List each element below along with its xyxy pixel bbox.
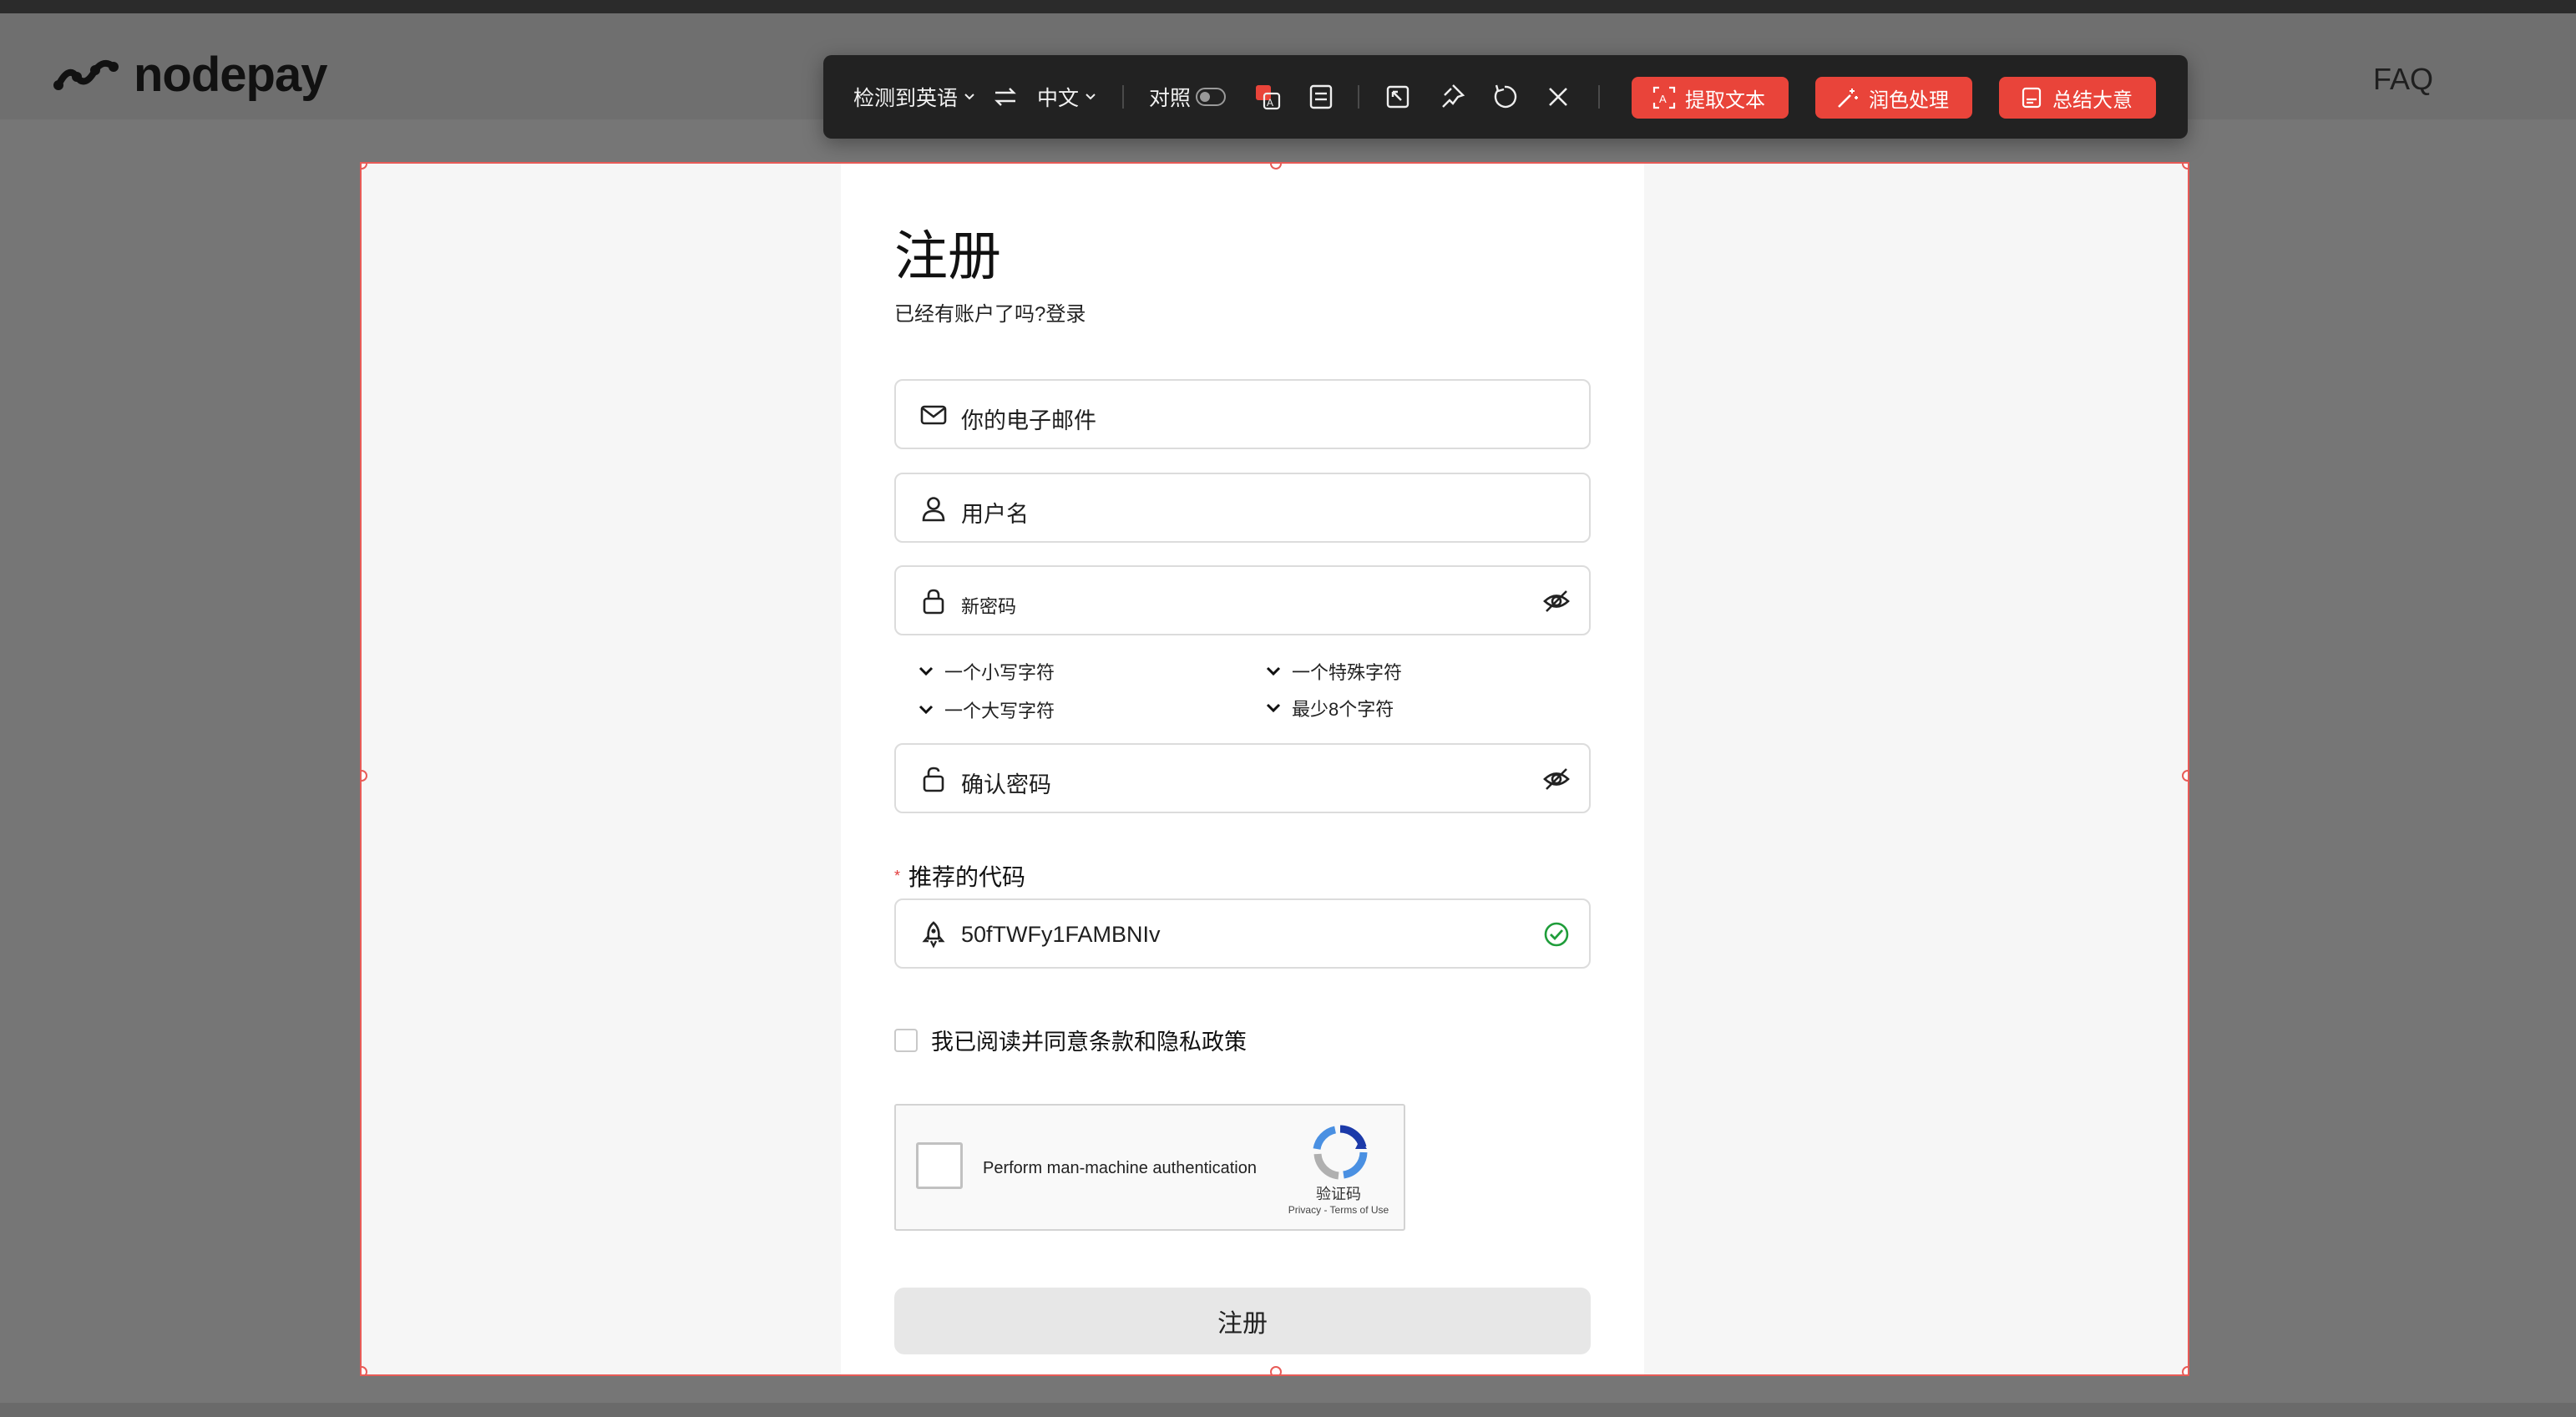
resize-handle-top-right[interactable] xyxy=(2182,164,2188,170)
resize-handle-bottom-right[interactable] xyxy=(2182,1366,2188,1374)
compare-switch[interactable] xyxy=(1196,88,1227,106)
site-logo[interactable]: nodepay xyxy=(52,47,327,103)
window-bottom-bar xyxy=(0,1403,2576,1417)
register-button[interactable]: 注册 xyxy=(894,1288,1591,1354)
resize-handle-bottom[interactable] xyxy=(1270,1366,1282,1374)
eye-off-icon[interactable] xyxy=(1542,765,1571,793)
screenshot-selection-area[interactable]: 注册 已经有账户了吗?登录 你的电子邮件 用户名 新密码 一个小写字符 一个特殊… xyxy=(360,162,2189,1376)
close-icon[interactable] xyxy=(1543,82,1573,112)
rule-min-length: 最少8个字符 xyxy=(1263,695,1394,721)
rule-uppercase-label: 一个大写字符 xyxy=(944,701,1055,721)
chevron-down-icon xyxy=(1266,703,1281,713)
check-circle-icon xyxy=(1544,922,1569,947)
referral-code-field[interactable]: 50fTWFy1FAMBNIv xyxy=(894,898,1591,969)
rule-lowercase-label: 一个小写字符 xyxy=(944,662,1055,683)
terms-agreement[interactable]: 我已阅读并同意条款和隐私政策 xyxy=(894,1024,1247,1056)
chevron-down-icon xyxy=(1086,94,1096,100)
undo-icon[interactable] xyxy=(1490,82,1520,112)
toolbar-divider xyxy=(1358,85,1359,109)
rocket-icon xyxy=(922,921,945,949)
email-field[interactable]: 你的电子邮件 xyxy=(894,379,1591,449)
extract-text-label: 提取文本 xyxy=(1685,89,1765,112)
recaptcha-logo-icon xyxy=(1313,1125,1368,1180)
nodepay-logo-icon xyxy=(53,59,119,90)
rule-special: 一个特殊字符 xyxy=(1263,658,1402,685)
login-prompt-link[interactable]: 已经有账户了吗?登录 xyxy=(894,297,1086,326)
rule-special-label: 一个特殊字符 xyxy=(1292,662,1403,683)
translate-icon[interactable]: A xyxy=(1253,82,1283,112)
resize-handle-top-left[interactable] xyxy=(362,164,367,170)
username-field[interactable]: 用户名 xyxy=(894,473,1591,543)
lock-icon xyxy=(923,589,944,615)
new-password-placeholder: 新密码 xyxy=(961,596,1017,617)
captcha-name: 验证码 xyxy=(1316,1186,1361,1202)
register-card: 注册 已经有账户了吗?登录 你的电子邮件 用户名 新密码 一个小写字符 一个特殊… xyxy=(841,164,1644,1374)
window-top-bar xyxy=(0,0,2576,13)
new-password-field[interactable]: 新密码 xyxy=(894,565,1591,635)
summarize-label: 总结大意 xyxy=(2052,89,2133,112)
unlock-icon xyxy=(923,767,944,792)
text-scan-icon: A xyxy=(1652,86,1676,109)
confirm-password-placeholder: 确认密码 xyxy=(961,772,1051,797)
required-mark: * xyxy=(894,867,901,884)
captcha-text: Perform man-machine authentication xyxy=(983,1159,1257,1177)
svg-text:A: A xyxy=(1659,93,1667,105)
username-placeholder: 用户名 xyxy=(961,502,1029,527)
magic-wand-icon xyxy=(1838,89,1858,108)
select-region-icon[interactable] xyxy=(1383,82,1413,112)
referral-code-value: 50fTWFy1FAMBNIv xyxy=(961,922,1161,947)
toolbar-divider xyxy=(1122,85,1124,109)
extract-text-button[interactable]: A 提取文本 xyxy=(1632,77,1789,119)
toolbar-divider xyxy=(1598,85,1600,109)
captcha-links[interactable]: Privacy - Terms of Use xyxy=(1263,1204,1414,1216)
resize-handle-left[interactable] xyxy=(362,770,367,782)
svg-text:A: A xyxy=(1267,97,1273,109)
polish-button[interactable]: 润色处理 xyxy=(1815,77,1972,119)
pin-icon[interactable] xyxy=(1436,82,1466,112)
logo-text: nodepay xyxy=(134,48,327,102)
source-language-label: 检测到英语 xyxy=(853,87,959,110)
target-language-label: 中文 xyxy=(1037,87,1080,110)
rule-uppercase: 一个大写字符 xyxy=(916,696,1055,723)
referral-label-text: 推荐的代码 xyxy=(908,864,1026,890)
save-icon[interactable] xyxy=(1306,82,1336,112)
target-language-select[interactable]: 中文 xyxy=(1037,82,1097,112)
captcha-widget: Perform man-machine authentication 验证码 P… xyxy=(894,1104,1405,1231)
eye-off-icon[interactable] xyxy=(1542,587,1571,615)
mail-icon xyxy=(920,405,947,425)
confirm-password-field[interactable]: 确认密码 xyxy=(894,743,1591,813)
user-icon xyxy=(922,497,945,522)
compare-label: 对照 xyxy=(1149,87,1192,110)
referral-label: * 推荐的代码 xyxy=(894,859,1025,893)
resize-handle-bottom-left[interactable] xyxy=(362,1366,367,1374)
captcha-checkbox[interactable] xyxy=(916,1142,963,1189)
rule-lowercase: 一个小写字符 xyxy=(916,658,1055,685)
compare-toggle[interactable]: 对照 xyxy=(1149,82,1227,112)
chevron-down-icon xyxy=(1266,666,1281,676)
polish-label: 润色处理 xyxy=(1869,89,1949,112)
email-placeholder: 你的电子邮件 xyxy=(961,408,1096,433)
resize-handle-right[interactable] xyxy=(2182,770,2188,782)
page-title: 注册 xyxy=(894,226,1001,286)
nav-faq-link[interactable]: FAQ xyxy=(2373,62,2433,97)
source-language-select[interactable]: 检测到英语 xyxy=(853,82,976,112)
chevron-down-icon xyxy=(919,705,934,715)
chevron-down-icon xyxy=(919,666,934,676)
translation-toolbar: 检测到英语 中文 对照 A A 提取文本 润色处理 总结大意 xyxy=(823,55,2188,139)
rule-min-length-label: 最少8个字符 xyxy=(1292,699,1394,720)
summarize-button[interactable]: 总结大意 xyxy=(1999,77,2156,119)
terms-label: 我已阅读并同意条款和隐私政策 xyxy=(931,1030,1247,1055)
chevron-down-icon xyxy=(964,94,974,100)
terms-checkbox[interactable] xyxy=(894,1028,918,1052)
swap-languages-icon[interactable] xyxy=(990,82,1020,112)
document-icon xyxy=(2022,87,2042,109)
